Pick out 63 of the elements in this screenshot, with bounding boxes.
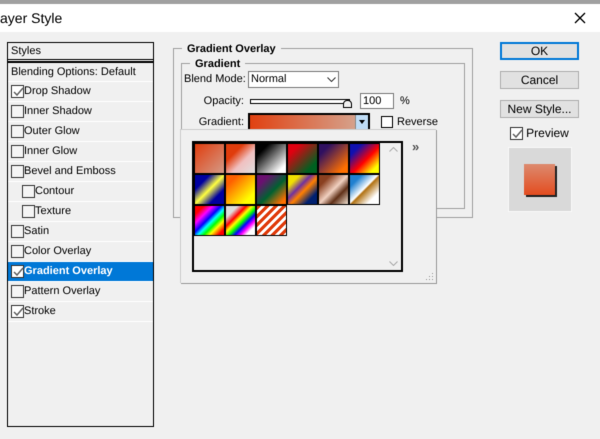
dialog-button[interactable]: Cancel [500, 71, 579, 89]
gradient-swatch[interactable] [225, 143, 256, 174]
checkbox[interactable] [11, 85, 24, 98]
panel-header: Styles [8, 43, 153, 62]
gradient-swatch[interactable] [194, 205, 225, 236]
style-list-item[interactable]: Stroke [8, 302, 153, 322]
style-list-item[interactable]: Texture [8, 202, 153, 222]
gradient-swatch[interactable] [318, 143, 349, 174]
style-list-item[interactable]: Bevel and Emboss [8, 162, 153, 182]
checkbox[interactable] [11, 145, 24, 158]
caret-icon [359, 120, 365, 124]
gradient-swatch[interactable] [349, 143, 380, 174]
style-list-item[interactable]: Outer Glow [8, 122, 153, 142]
checkbox[interactable] [11, 125, 24, 138]
menu-button[interactable]: » [412, 140, 420, 153]
checkbox[interactable] [22, 185, 35, 198]
style-list-item[interactable]: Inner Shadow [8, 102, 153, 122]
blend-mode-dropdown[interactable]: Normal [248, 71, 339, 88]
style-preview [508, 147, 572, 212]
style-list-item[interactable]: Pattern Overlay [8, 282, 153, 302]
gradient-swatch[interactable] [225, 205, 256, 236]
checkbox[interactable] [11, 265, 24, 278]
style-list-item[interactable]: Blending Options: Default [8, 62, 153, 82]
close-icon[interactable] [574, 12, 586, 24]
chevron-icon [327, 77, 336, 82]
style-list-item[interactable]: Gradient Overlay [8, 262, 153, 282]
field-label: Opacity: [202, 94, 244, 109]
checkbox[interactable] [11, 225, 24, 238]
checkbox[interactable] [11, 165, 24, 178]
gradient-swatch[interactable] [256, 174, 287, 205]
gradient-swatch[interactable] [194, 143, 225, 174]
gradient-swatch[interactable] [318, 174, 349, 205]
checkbox[interactable] [510, 126, 524, 140]
slider-thumb[interactable] [343, 100, 352, 108]
checkbox[interactable] [11, 285, 24, 298]
checkbox[interactable] [381, 116, 393, 128]
checkbox-label: Reverse [397, 114, 438, 130]
checkbox[interactable] [11, 245, 24, 258]
dropdown-button[interactable] [356, 115, 368, 129]
checkbox[interactable] [22, 205, 35, 218]
gradient-swatch[interactable] [349, 174, 380, 205]
checkbox[interactable] [11, 305, 24, 318]
gradient-swatch[interactable] [287, 143, 318, 174]
group-title: Gradient Overlay [182, 41, 281, 58]
checkbox[interactable] [11, 105, 24, 118]
gradient-swatch[interactable] [194, 174, 225, 205]
style-list-item[interactable]: Drop Shadow [8, 82, 153, 102]
field-label: Blend Mode: [184, 72, 244, 88]
style-list-item[interactable]: Contour [8, 182, 153, 202]
checkbox-label: Preview [526, 125, 569, 142]
gradient-swatch[interactable] [287, 174, 318, 205]
opacity-field[interactable]: 100 [360, 93, 394, 109]
gradient-swatch[interactable] [256, 143, 287, 174]
unit-label: % [400, 94, 410, 109]
window-title: ayer Style [0, 11, 62, 25]
gradient-dropdown[interactable] [248, 113, 370, 131]
style-list-item[interactable]: Inner Glow [8, 142, 153, 162]
gradient-swatch[interactable] [256, 205, 287, 236]
dialog-button[interactable]: New Style... [500, 100, 579, 118]
field-label: Gradient: [198, 114, 244, 130]
style-list-item[interactable]: Satin [8, 222, 153, 242]
dialog-button[interactable]: OK [500, 42, 579, 60]
gradient-swatch[interactable] [225, 174, 256, 205]
